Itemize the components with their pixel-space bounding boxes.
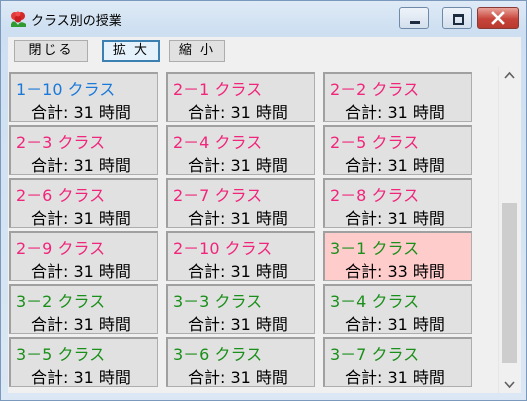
class-name: 2－9 クラス bbox=[16, 239, 106, 258]
scrollbar-thumb[interactable] bbox=[502, 203, 517, 363]
class-name: 3－7 クラス bbox=[330, 345, 420, 364]
class-name: 3－3 クラス bbox=[173, 292, 263, 311]
class-cell[interactable]: 2－3 クラス 合計: 31 時間 bbox=[9, 125, 158, 175]
class-total: 合計: 33 時間 bbox=[345, 262, 445, 281]
class-name: 1－10 クラス bbox=[16, 80, 116, 99]
app-window: クラス別の授業 閉じる 拡 大 縮 小 1－10 クラス 合計: 31 時間 2… bbox=[0, 0, 527, 401]
class-total: 合計: 31 時間 bbox=[31, 262, 131, 281]
class-total: 合計: 31 時間 bbox=[345, 315, 445, 334]
class-cell[interactable]: 1－10 クラス 合計: 31 時間 bbox=[9, 72, 158, 122]
class-total: 合計: 31 時間 bbox=[31, 156, 131, 175]
class-cell[interactable]: 3－6 クラス 合計: 31 時間 bbox=[166, 337, 315, 387]
class-cell[interactable]: 2－4 クラス 合計: 31 時間 bbox=[166, 125, 315, 175]
class-name: 3－5 クラス bbox=[16, 345, 106, 364]
class-cell[interactable]: 2－2 クラス 合計: 31 時間 bbox=[323, 72, 472, 122]
rose-icon bbox=[9, 10, 27, 28]
scroll-down-button[interactable] bbox=[499, 376, 520, 393]
class-cell[interactable]: 2－10 クラス 合計: 31 時間 bbox=[166, 231, 315, 281]
maximize-button[interactable] bbox=[442, 7, 472, 29]
class-cell[interactable]: 2－1 クラス 合計: 31 時間 bbox=[166, 72, 315, 122]
class-total: 合計: 31 時間 bbox=[188, 315, 288, 334]
class-cell[interactable]: 2－6 クラス 合計: 31 時間 bbox=[9, 178, 158, 228]
class-name: 2－6 クラス bbox=[16, 186, 106, 205]
client-area: 閉じる 拡 大 縮 小 1－10 クラス 合計: 31 時間 2－1 クラス 合… bbox=[8, 37, 521, 393]
class-total: 合計: 31 時間 bbox=[31, 209, 131, 228]
window-title: クラス別の授業 bbox=[31, 14, 122, 29]
class-cell[interactable]: 2－7 クラス 合計: 31 時間 bbox=[166, 178, 315, 228]
class-grid: 1－10 クラス 合計: 31 時間 2－1 クラス 合計: 31 時間 2－2… bbox=[8, 67, 499, 393]
class-name: 2－3 クラス bbox=[16, 133, 106, 152]
class-name: 2－1 クラス bbox=[173, 80, 263, 99]
class-total: 合計: 31 時間 bbox=[345, 103, 445, 122]
minimize-button[interactable] bbox=[399, 7, 429, 29]
class-total: 合計: 31 時間 bbox=[31, 368, 131, 387]
class-cell[interactable]: 3－3 クラス 合計: 31 時間 bbox=[166, 284, 315, 334]
class-total: 合計: 31 時間 bbox=[188, 262, 288, 281]
chevron-up-icon bbox=[504, 71, 515, 79]
class-name: 3－1 クラス bbox=[330, 239, 420, 258]
class-cell-highlighted[interactable]: 3－1 クラス 合計: 33 時間 bbox=[323, 231, 472, 281]
class-name: 3－6 クラス bbox=[173, 345, 263, 364]
class-name: 3－2 クラス bbox=[16, 292, 106, 311]
close-window-button[interactable] bbox=[477, 7, 519, 29]
zoom-out-button[interactable]: 縮 小 bbox=[169, 40, 225, 62]
class-total: 合計: 31 時間 bbox=[345, 156, 445, 175]
class-name: 2－4 クラス bbox=[173, 133, 263, 152]
class-name: 2－2 クラス bbox=[330, 80, 420, 99]
class-name: 2－5 クラス bbox=[330, 133, 420, 152]
class-total: 合計: 31 時間 bbox=[345, 368, 445, 387]
class-cell[interactable]: 3－5 クラス 合計: 31 時間 bbox=[9, 337, 158, 387]
class-name: 3－4 クラス bbox=[330, 292, 420, 311]
chevron-down-icon bbox=[504, 381, 515, 389]
class-total: 合計: 31 時間 bbox=[31, 103, 131, 122]
class-cell[interactable]: 3－4 クラス 合計: 31 時間 bbox=[323, 284, 472, 334]
class-name: 2－8 クラス bbox=[330, 186, 420, 205]
class-name: 2－7 クラス bbox=[173, 186, 263, 205]
vertical-scrollbar[interactable] bbox=[498, 67, 520, 393]
class-cell[interactable]: 2－9 クラス 合計: 31 時間 bbox=[9, 231, 158, 281]
class-total: 合計: 31 時間 bbox=[188, 156, 288, 175]
class-total: 合計: 31 時間 bbox=[345, 209, 445, 228]
class-total: 合計: 31 時間 bbox=[188, 368, 288, 387]
class-name: 2－10 クラス bbox=[173, 239, 273, 258]
title-bar[interactable]: クラス別の授業 bbox=[1, 1, 526, 37]
class-cell[interactable]: 2－5 クラス 合計: 31 時間 bbox=[323, 125, 472, 175]
scroll-up-button[interactable] bbox=[499, 67, 520, 84]
class-total: 合計: 31 時間 bbox=[31, 315, 131, 334]
class-total: 合計: 31 時間 bbox=[188, 103, 288, 122]
close-button[interactable]: 閉じる bbox=[14, 40, 88, 62]
class-total: 合計: 31 時間 bbox=[188, 209, 288, 228]
zoom-in-button[interactable]: 拡 大 bbox=[102, 40, 160, 62]
class-cell[interactable]: 3－2 クラス 合計: 31 時間 bbox=[9, 284, 158, 334]
class-cell[interactable]: 2－8 クラス 合計: 31 時間 bbox=[323, 178, 472, 228]
close-icon bbox=[478, 8, 518, 28]
class-cell[interactable]: 3－7 クラス 合計: 31 時間 bbox=[323, 337, 472, 387]
